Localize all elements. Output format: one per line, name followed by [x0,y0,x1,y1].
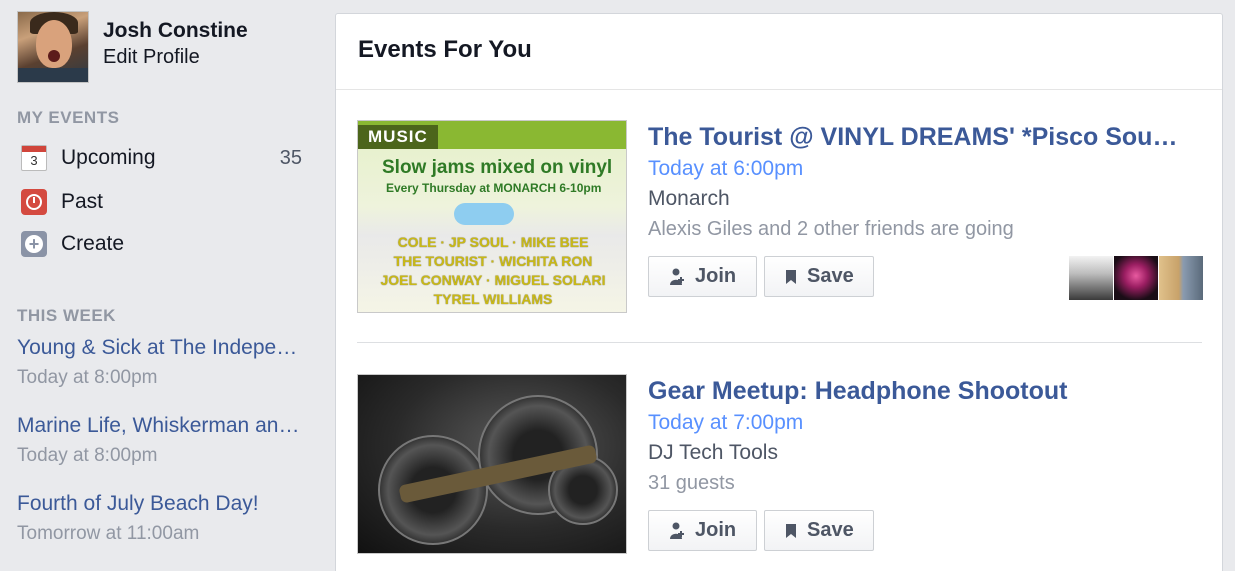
event-category-badge: MUSIC [358,125,438,149]
event-image[interactable] [357,374,627,554]
friend-avatar[interactable] [1159,256,1203,300]
poster-subline: Every Thursday at MONARCH 6-10pm [386,181,602,195]
join-label: Join [695,519,737,541]
menu-label-create: Create [61,232,125,255]
events-panel: Events For You MUSIC Slow jams mixed on … [335,13,1223,571]
join-button[interactable]: Join [648,510,757,551]
profile-block: Josh Constine Edit Profile [17,11,248,83]
week-event-item: Marine Life, Whiskerman and more Today a… [17,413,307,473]
week-event-time: Tomorrow at 11:00am [17,523,200,544]
event-time: Today at 7:00pm [648,411,804,434]
join-label: Join [695,265,737,287]
week-event-item: Young & Sick at The Independent Today at… [17,335,307,395]
menu-item-create[interactable]: + Create [20,226,302,262]
event-title[interactable]: Gear Meetup: Headphone Shootout [648,374,1178,408]
event-time: Today at 6:00pm [648,157,804,180]
save-label: Save [807,265,854,287]
profile-name[interactable]: Josh Constine [103,19,248,43]
event-social-context: Alexis Giles and 2 other friends are goi… [648,218,1014,240]
menu-label-upcoming: Upcoming [61,146,156,169]
event-actions: Join Save [648,256,881,297]
friend-avatar[interactable] [1069,256,1113,300]
menu-item-past[interactable]: Past [20,184,302,220]
friend-avatar[interactable] [1114,256,1158,300]
poster-headline: Slow jams mixed on vinyl [382,157,613,178]
event-title[interactable]: The Tourist @ VINYL DREAMS' *Pisco Sour … [648,120,1178,154]
event-info: The Tourist @ VINYL DREAMS' *Pisco Sour … [648,120,1203,300]
week-event-time: Today at 8:00pm [17,445,158,466]
sidebar: Josh Constine Edit Profile MY EVENTS 3 U… [0,0,320,571]
event-guest-count: 31 guests [648,472,735,494]
calendar-icon: 3 [20,144,48,172]
friends-going [1068,256,1203,300]
calendar-day: 3 [30,153,38,168]
plus-icon: + [20,230,48,258]
save-label: Save [807,519,854,541]
panel-header: Events For You [336,14,1222,90]
week-event-title[interactable]: Marine Life, Whiskerman and more [17,413,307,439]
week-event-title[interactable]: Fourth of July Beach Day! [17,491,307,517]
event-actions: Join Save [648,510,881,551]
add-person-icon [669,268,685,286]
edit-profile-link[interactable]: Edit Profile [103,43,248,71]
week-event-item: Fourth of July Beach Day! Tomorrow at 11… [17,491,307,551]
avatar[interactable] [17,11,89,83]
join-button[interactable]: Join [648,256,757,297]
save-button[interactable]: Save [764,510,874,551]
event-venue[interactable]: Monarch [648,184,1203,214]
menu-item-upcoming[interactable]: 3 Upcoming 35 [20,140,302,176]
bookmark-icon [785,523,797,539]
event-venue[interactable]: DJ Tech Tools [648,438,1203,468]
add-person-icon [669,522,685,540]
event-info: Gear Meetup: Headphone Shootout Today at… [648,374,1203,551]
bookmark-icon [785,269,797,285]
event-divider [357,342,1202,343]
week-event-time: Today at 8:00pm [17,367,158,388]
panel-title: Events For You [358,36,532,63]
upcoming-count: 35 [279,146,302,169]
event-image[interactable]: MUSIC Slow jams mixed on vinyl Every Thu… [357,120,627,313]
save-button[interactable]: Save [764,256,874,297]
my-events-heading: MY EVENTS [17,108,120,127]
this-week-heading: THIS WEEK [17,306,116,325]
clock-icon [20,188,48,216]
menu-label-past: Past [61,190,104,213]
week-event-title[interactable]: Young & Sick at The Independent [17,335,307,361]
poster-names: COLE · JP SOUL · MIKE BEE THE TOURIST · … [380,234,606,307]
